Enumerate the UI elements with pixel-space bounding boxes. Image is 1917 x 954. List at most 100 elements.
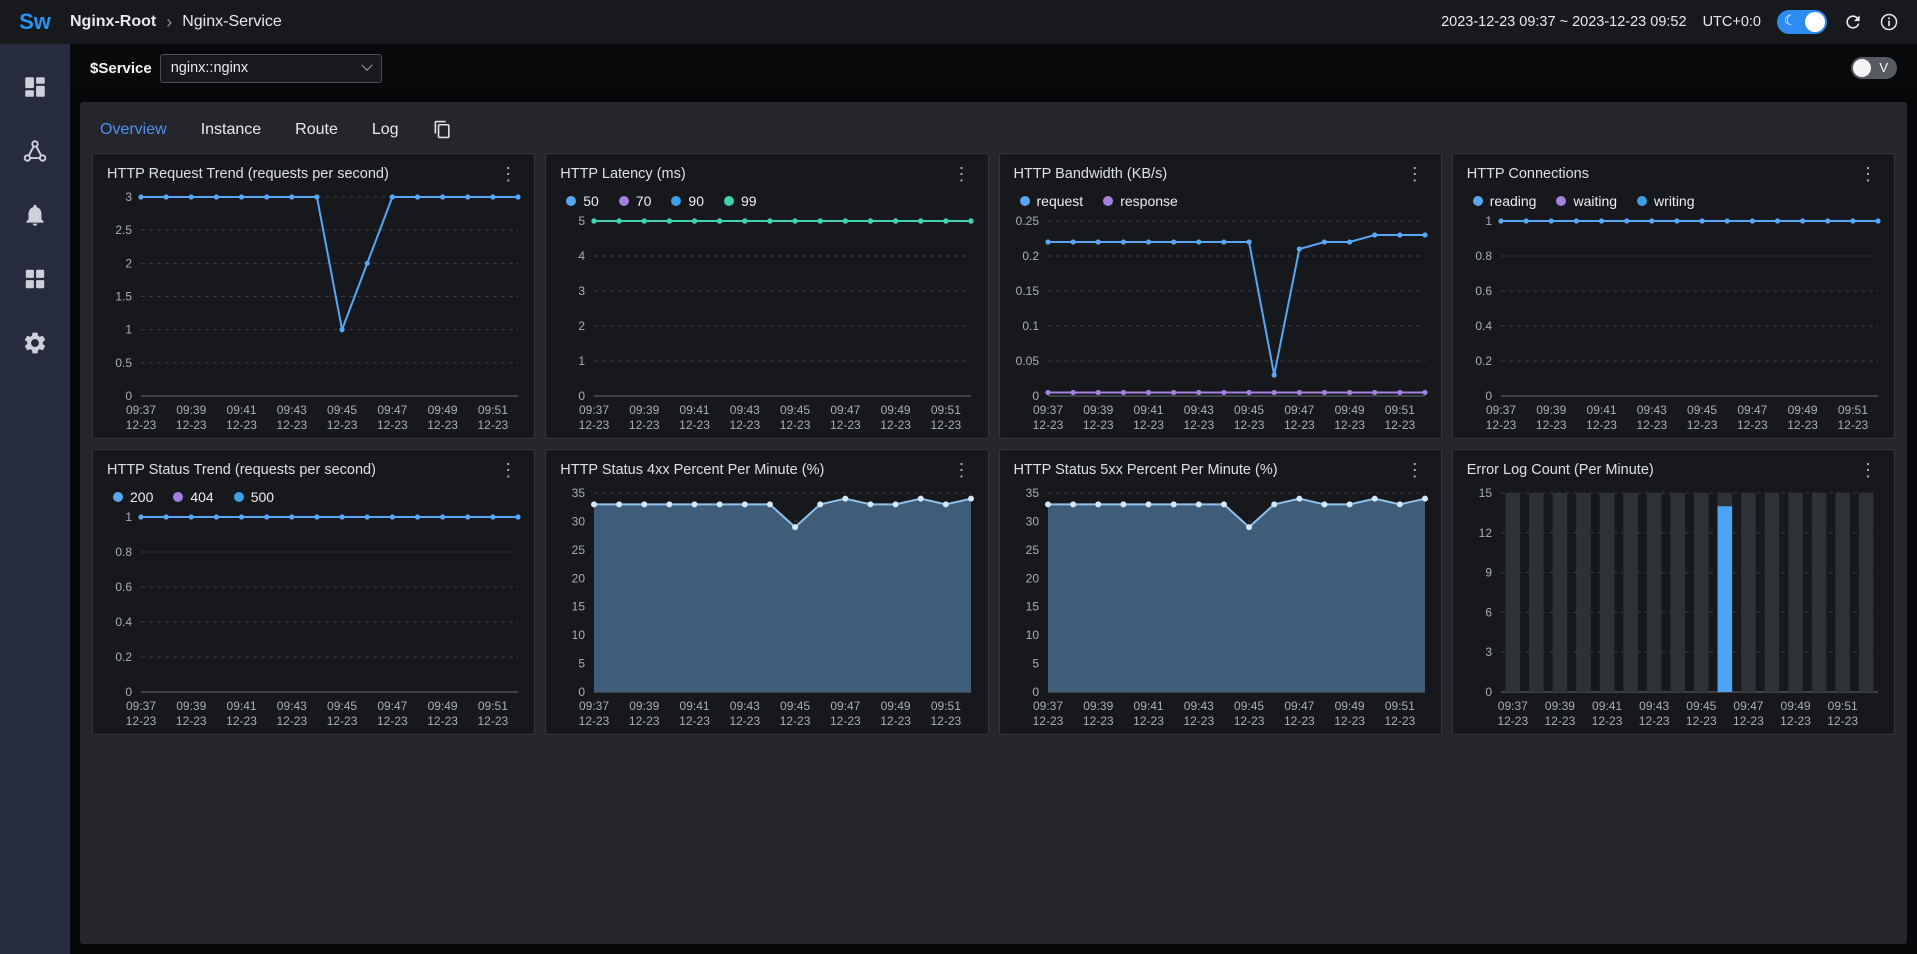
- chart-card-http-5xx-percent: HTTP Status 5xx Percent Per Minute (%) ⋮…: [999, 449, 1442, 735]
- legend-dot-icon: [1637, 196, 1647, 206]
- chart-canvas[interactable]: 0510152025303509:3712-2309:3912-2309:411…: [546, 481, 987, 734]
- more-menu-icon[interactable]: ⋮: [1856, 461, 1880, 479]
- legend-item[interactable]: 500: [234, 489, 274, 505]
- chart-canvas[interactable]: 00.20.40.60.8109:3712-2309:3912-2309:411…: [93, 505, 534, 734]
- legend-item[interactable]: writing: [1637, 193, 1694, 209]
- svg-text:09:4512-23: 09:4512-23: [1233, 403, 1264, 432]
- refresh-icon[interactable]: [1843, 12, 1863, 32]
- legend-label: 99: [741, 193, 757, 209]
- more-menu-icon[interactable]: ⋮: [496, 461, 520, 479]
- legend-dot-icon: [724, 196, 734, 206]
- breadcrumb-separator-icon: ›: [166, 12, 172, 33]
- chart-title: HTTP Latency (ms): [560, 166, 685, 182]
- legend-item[interactable]: response: [1103, 193, 1178, 209]
- svg-text:09:4112-23: 09:4112-23: [679, 403, 710, 432]
- svg-text:1.5: 1.5: [115, 290, 132, 304]
- more-menu-icon[interactable]: ⋮: [950, 461, 974, 479]
- service-select[interactable]: nginx::nginx: [160, 54, 382, 83]
- time-range-picker[interactable]: 2023-12-23 09:37 ~ 2023-12-23 09:52: [1441, 14, 1687, 30]
- svg-text:09:4912-23: 09:4912-23: [1787, 403, 1818, 432]
- chart-canvas[interactable]: 0510152025303509:3712-2309:3912-2309:411…: [1000, 481, 1441, 734]
- svg-text:0: 0: [125, 389, 132, 403]
- svg-text:09:5112-23: 09:5112-23: [478, 403, 509, 432]
- more-menu-icon[interactable]: ⋮: [1856, 165, 1880, 183]
- chart-title: HTTP Bandwidth (KB/s): [1014, 166, 1168, 182]
- tab-instance[interactable]: Instance: [201, 121, 261, 139]
- svg-text:30: 30: [1025, 514, 1039, 528]
- svg-text:1: 1: [1485, 214, 1492, 228]
- svg-text:4: 4: [579, 249, 586, 263]
- svg-text:09:4512-23: 09:4512-23: [1686, 403, 1717, 432]
- info-icon[interactable]: [1879, 12, 1899, 32]
- svg-text:09:4112-23: 09:4112-23: [1133, 403, 1164, 432]
- svg-text:09:4512-23: 09:4512-23: [780, 699, 811, 728]
- chart-card-http-latency: HTTP Latency (ms) ⋮ 50709099 01234509:37…: [545, 153, 988, 439]
- marketplace-icon[interactable]: [22, 266, 48, 292]
- more-menu-icon[interactable]: ⋮: [1403, 165, 1427, 183]
- tab-route[interactable]: Route: [295, 121, 338, 139]
- svg-text:35: 35: [572, 486, 586, 500]
- legend-item[interactable]: 404: [173, 489, 213, 505]
- legend-dot-icon: [113, 492, 123, 502]
- svg-text:0.6: 0.6: [1475, 284, 1492, 298]
- dashboards-icon[interactable]: [22, 74, 48, 100]
- legend-item[interactable]: reading: [1473, 193, 1537, 209]
- svg-text:09:3712-23: 09:3712-23: [579, 403, 610, 432]
- legend-item[interactable]: request: [1020, 193, 1084, 209]
- svg-text:0.05: 0.05: [1015, 354, 1039, 368]
- legend-dot-icon: [671, 196, 681, 206]
- svg-text:0: 0: [1032, 389, 1039, 403]
- svg-text:3: 3: [579, 284, 586, 298]
- legend-label: writing: [1654, 193, 1694, 209]
- svg-text:25: 25: [572, 543, 586, 557]
- breadcrumb-current[interactable]: Nginx-Service: [182, 13, 282, 31]
- chart-title: HTTP Status Trend (requests per second): [107, 462, 376, 478]
- topology-icon[interactable]: [22, 138, 48, 164]
- breadcrumb: Nginx-Root › Nginx-Service: [70, 12, 282, 33]
- svg-text:1: 1: [579, 354, 586, 368]
- legend-dot-icon: [173, 492, 183, 502]
- svg-text:09:3712-23: 09:3712-23: [1497, 699, 1528, 728]
- svg-text:09:4712-23: 09:4712-23: [1283, 403, 1314, 432]
- copy-tab-icon[interactable]: [433, 120, 452, 139]
- tab-log[interactable]: Log: [372, 121, 399, 139]
- svg-text:09:3712-23: 09:3712-23: [126, 403, 157, 432]
- svg-text:0.4: 0.4: [1475, 319, 1492, 333]
- svg-text:09:4312-23: 09:4312-23: [1183, 699, 1214, 728]
- skywalking-logo[interactable]: Sw: [0, 9, 70, 35]
- chart-canvas[interactable]: 0369121509:3712-2309:3912-2309:4112-2309…: [1453, 481, 1894, 734]
- legend-item[interactable]: 50: [566, 193, 599, 209]
- svg-text:09:4912-23: 09:4912-23: [1780, 699, 1811, 728]
- legend-label: 500: [251, 489, 274, 505]
- chart-canvas[interactable]: 00.511.522.5309:3712-2309:3912-2309:4112…: [93, 185, 534, 438]
- settings-gear-icon[interactable]: [22, 330, 48, 356]
- view-edit-toggle[interactable]: V: [1851, 57, 1897, 79]
- legend-item[interactable]: 70: [619, 193, 652, 209]
- chart-canvas[interactable]: 00.20.40.60.8109:3712-2309:3912-2309:411…: [1453, 209, 1894, 438]
- legend-item[interactable]: 200: [113, 489, 153, 505]
- svg-text:0.2: 0.2: [1475, 354, 1492, 368]
- more-menu-icon[interactable]: ⋮: [496, 165, 520, 183]
- svg-text:5: 5: [579, 214, 586, 228]
- svg-text:09:4512-23: 09:4512-23: [780, 403, 811, 432]
- svg-text:20: 20: [572, 571, 586, 585]
- chart-legend: 50 70 90 99: [546, 185, 987, 209]
- tab-overview[interactable]: Overview: [100, 121, 167, 139]
- legend-item[interactable]: 99: [724, 193, 757, 209]
- more-menu-icon[interactable]: ⋮: [950, 165, 974, 183]
- more-menu-icon[interactable]: ⋮: [1403, 461, 1427, 479]
- chart-canvas[interactable]: 00.050.10.150.20.2509:3712-2309:3912-230…: [1000, 209, 1441, 438]
- breadcrumb-root[interactable]: Nginx-Root: [70, 13, 156, 31]
- svg-text:0.25: 0.25: [1015, 214, 1039, 228]
- svg-text:3: 3: [1485, 645, 1492, 659]
- chart-card-http-request-trend: HTTP Request Trend (requests per second)…: [92, 153, 535, 439]
- legend-label: 70: [636, 193, 652, 209]
- chart-title: HTTP Status 4xx Percent Per Minute (%): [560, 462, 824, 478]
- toggle-knob: [1853, 59, 1871, 77]
- alerting-icon[interactable]: [22, 202, 48, 228]
- theme-toggle[interactable]: ☾: [1777, 10, 1827, 34]
- legend-item[interactable]: waiting: [1556, 193, 1617, 209]
- svg-text:09:5112-23: 09:5112-23: [1837, 403, 1868, 432]
- legend-item[interactable]: 90: [671, 193, 704, 209]
- chart-canvas[interactable]: 01234509:3712-2309:3912-2309:4112-2309:4…: [546, 209, 987, 438]
